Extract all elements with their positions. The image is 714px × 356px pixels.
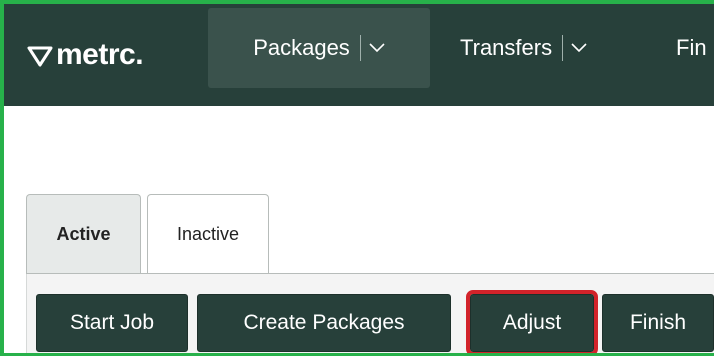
- chevron-down-icon: [369, 43, 385, 53]
- metrc-logo[interactable]: metrc.: [26, 38, 144, 72]
- tab-inactive[interactable]: Inactive: [147, 194, 269, 274]
- nav-transfers-label: Transfers: [460, 35, 553, 60]
- top-navbar: metrc. Packages Transfers Fin: [4, 4, 714, 106]
- status-tabs: Active Inactive: [26, 194, 275, 274]
- finish-button[interactable]: Finish: [602, 294, 714, 352]
- adjust-button[interactable]: Adjust: [466, 290, 598, 353]
- nav-financial[interactable]: Fin: [676, 8, 707, 88]
- tab-active-label: Active: [56, 224, 111, 244]
- app-frame: metrc. Packages Transfers Fin Active Ina…: [0, 0, 714, 356]
- nav-separator: [562, 35, 564, 61]
- chevron-down-icon: [571, 43, 587, 53]
- start-job-button[interactable]: Start Job: [36, 294, 188, 352]
- brand-name: metrc.: [56, 38, 144, 71]
- nav-packages[interactable]: Packages: [208, 8, 430, 88]
- nav-financial-label: Fin: [676, 35, 707, 60]
- nav-transfers[interactable]: Transfers: [460, 8, 587, 88]
- nav-separator: [359, 35, 361, 61]
- tab-inactive-label: Inactive: [176, 224, 240, 244]
- create-packages-button[interactable]: Create Packages: [197, 294, 451, 352]
- nav-packages-label: Packages: [253, 35, 350, 60]
- tab-active[interactable]: Active: [26, 194, 141, 274]
- metrc-leaf-icon: [27, 46, 53, 67]
